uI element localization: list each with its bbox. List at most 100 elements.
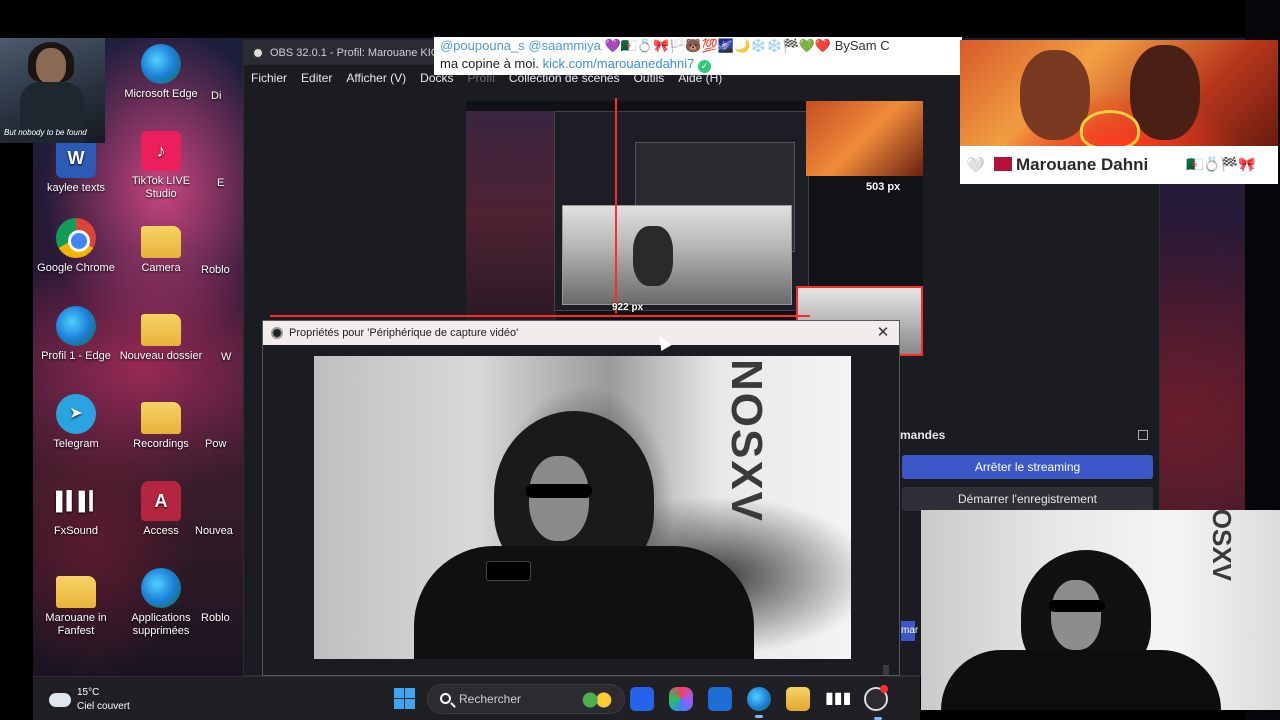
desktop-icon-label: E [217, 177, 225, 189]
menu-editer[interactable]: Editer [294, 67, 339, 89]
chat-overlay: @poupouna_s @saammiya 💜🇩🇿💍🎀🏳️🐻💯🌌🌙❄️❄️🏁💚❤… [434, 37, 962, 75]
copilot-icon[interactable] [669, 687, 693, 711]
controls-dock-header: mandes [900, 428, 1160, 446]
desktop-icon-recordings[interactable]: Recordings [118, 394, 204, 451]
name-prefix-emoji: 🤍 [966, 157, 985, 174]
desktop-icon-label: Access [143, 525, 179, 537]
desktop-icon-partial[interactable]: Nouvea [195, 525, 235, 538]
taskbar-search[interactable]: Rechercher [427, 684, 625, 714]
word-document-icon: W [56, 138, 96, 178]
scrollbar-thumb[interactable] [883, 665, 889, 675]
alignment-guide-vertical [615, 98, 617, 313]
desktop-icon-label: Nouveau dossier [119, 350, 203, 362]
photo-face [36, 48, 66, 84]
desktop-icon-label: Roblo [201, 612, 230, 624]
desktop-icon-label: Telegram [53, 438, 99, 450]
windows-start-icon[interactable] [394, 688, 415, 709]
chat-user-mention: @saammiya [528, 38, 601, 53]
folder-icon [56, 576, 96, 608]
name-suffix-emojis: 🇩🇿💍🏁🎀 [1186, 156, 1256, 172]
taskbar: 15°C Ciel couvert Rechercher ▮▮▮ [33, 676, 920, 720]
tiktok-icon: ♪ [141, 131, 181, 171]
desktop-icon-partial[interactable]: Roblo [201, 264, 231, 277]
streamer-name: Marouane Dahni [1016, 155, 1149, 174]
person-face [1051, 580, 1101, 650]
phone [486, 561, 531, 581]
desktop-icon-microsoft-edge[interactable]: Microsoft Edge [118, 44, 204, 101]
desktop-icon-profil-1-edge[interactable]: Profil 1 - Edge [33, 306, 119, 363]
desktop-icon-fxsound[interactable]: ▌▍▌▎ FxSound [33, 481, 119, 538]
start-recording-button[interactable]: Démarrer l'enregistrement [902, 487, 1153, 511]
dialog-title: Propriétés pour 'Périphérique de capture… [289, 327, 519, 339]
obs-logo-icon [271, 327, 283, 339]
preview-desktop-recursion [466, 111, 556, 321]
video-capture-preview: NOSXV [314, 356, 851, 659]
chat-message-body: ma copine à moi. kick.com/marouanedahni7… [440, 56, 711, 73]
chat-emojis: 💜🇩🇿💍🎀🏳️🐻💯🌌🌙❄️❄️🏁💚❤️ [604, 38, 832, 53]
desktop-icon-label: Profil 1 - Edge [41, 350, 111, 362]
preview-top-right-source[interactable] [806, 101, 923, 176]
fxsound-icon: ▌▍▌▎ [56, 491, 103, 511]
folder-icon [141, 314, 181, 346]
desktop-icon-tiktok-live-studio[interactable]: ♪ TikTok LIVE Studio [118, 131, 204, 201]
obs-icon[interactable] [864, 685, 888, 720]
close-icon[interactable]: ✕ [873, 321, 893, 345]
desktop-icon-label: Di [211, 90, 222, 102]
dialog-scrollbar[interactable] [263, 665, 899, 675]
poster-text: NOSXV [722, 358, 772, 524]
chat-link[interactable]: kick.com/marouanedahni7 [543, 56, 695, 71]
undock-icon[interactable] [1138, 430, 1148, 440]
desktop-icon-label: kaylee texts [46, 182, 106, 194]
desktop-icon-label: Nouvea [195, 525, 233, 537]
obs-window-title: OBS 32.0.1 - Profil: Marouane KICK [270, 47, 447, 59]
desktop-icon-label: Recordings [133, 438, 189, 450]
chat-message-text: ma copine à moi. [440, 56, 539, 71]
weather-condition: Ciel couvert [77, 701, 130, 712]
file-explorer-icon[interactable] [786, 687, 810, 711]
chat-author: BySam C [834, 38, 890, 53]
desktop-icon-label: Roblo [201, 264, 230, 276]
desktop-icon-kaylee-texts[interactable]: W kaylee texts [33, 138, 119, 195]
obs-preview-canvas[interactable] [466, 101, 923, 356]
desktop-icon-marouane-in-fanfest[interactable]: Marouane in Fanfest [33, 568, 119, 638]
stop-streaming-button[interactable]: Arrêter le streaming [902, 455, 1153, 479]
desktop-icon-telegram[interactable]: ➤ Telegram [33, 394, 119, 451]
webcam-overlay-bottom-right: NOSXV [921, 510, 1280, 710]
desktop-icon-google-chrome[interactable]: Google Chrome [33, 218, 119, 275]
sunglasses [1049, 600, 1105, 612]
desktop-icon-partial[interactable]: Roblo [201, 612, 231, 625]
desktop-icon-label: FxSound [53, 525, 99, 537]
person-body [414, 546, 754, 659]
desktop-icon-label: Pow [205, 438, 227, 450]
weather-widget[interactable]: 15°C Ciel couvert [49, 685, 149, 713]
menu-fichier[interactable]: Fichier [244, 67, 294, 89]
edge-icon[interactable] [747, 687, 771, 718]
top-black-bar [0, 0, 1280, 38]
weather-temperature: 15°C [77, 687, 100, 698]
desktop-icon-partial[interactable]: Pow [205, 438, 235, 451]
mail-icon[interactable] [708, 687, 732, 711]
telegram-icon: ➤ [56, 394, 96, 434]
profile-picture-overlay: But nobody to be found [0, 38, 105, 143]
edge-icon [56, 306, 96, 346]
desktop-icon-applications-supprimees[interactable]: Applications supprimées [118, 568, 204, 638]
preview-camera-source[interactable] [562, 205, 792, 305]
dialog-title-bar[interactable]: Propriétés pour 'Périphérique de capture… [263, 321, 899, 345]
menu-afficher[interactable]: Afficher (V) [339, 67, 413, 89]
desktop-icon-access[interactable]: A Access [118, 481, 204, 538]
recording-dot-icon [880, 685, 888, 693]
desktop-icon-partial[interactable]: Di [211, 90, 241, 103]
search-highlight-icon [580, 691, 614, 709]
flag-icon [994, 157, 1012, 171]
desktop-icon-label: Applications supprimées [131, 612, 191, 637]
partial-blue-button[interactable]: mar [901, 621, 918, 641]
desktop-icon-camera[interactable]: Camera [118, 218, 204, 275]
dimension-width-label: 922 px [612, 302, 644, 313]
fxsound-icon[interactable]: ▮▮▮ [825, 687, 851, 711]
taskbar-app-icon[interactable] [630, 687, 654, 711]
dimension-height-label: 503 px [866, 181, 901, 193]
desktop-icon-nouveau-dossier[interactable]: Nouveau dossier [118, 306, 204, 363]
folder-icon [141, 402, 181, 434]
photo-person-right [1130, 45, 1200, 140]
camera-overlay-top-right [960, 40, 1278, 146]
